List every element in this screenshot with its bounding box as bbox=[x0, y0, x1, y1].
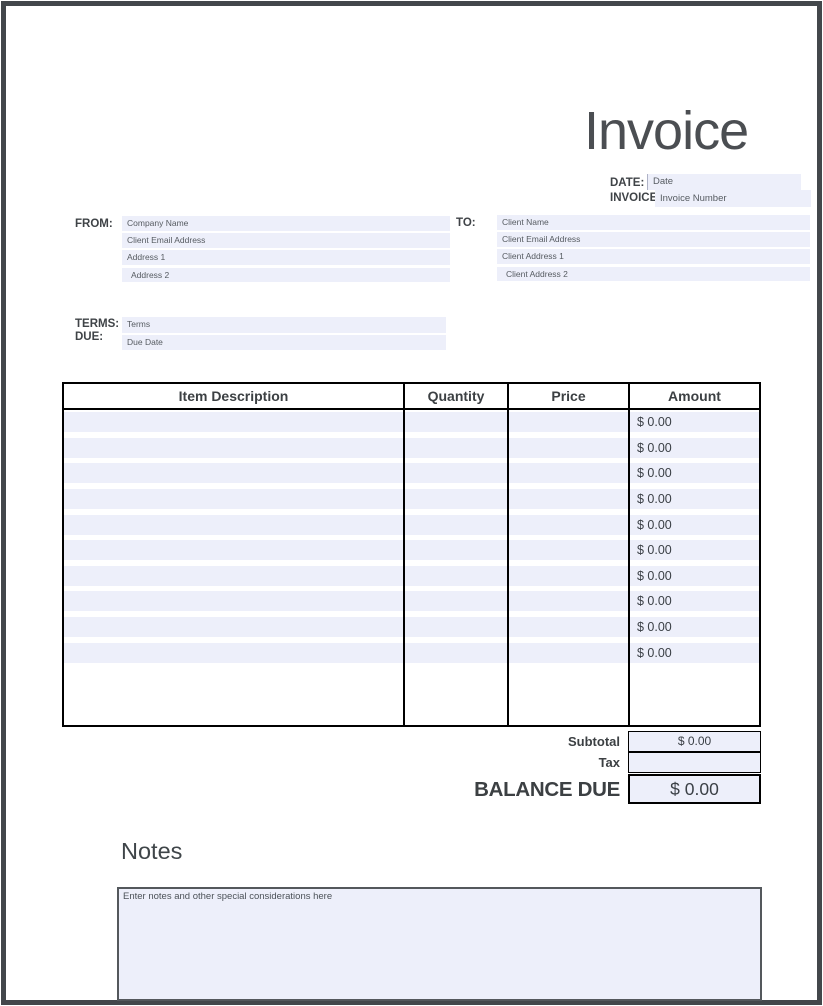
quantity-cell[interactable] bbox=[405, 643, 507, 663]
description-cell[interactable] bbox=[64, 515, 403, 535]
notes-heading: Notes bbox=[121, 838, 182, 865]
line-items-table: Item Description Quantity Price Amount bbox=[62, 382, 761, 727]
column-amount: $ 0.00 $ 0.00 $ 0.00 $ 0.00 $ 0.00 $ 0.0… bbox=[630, 410, 759, 725]
amount-cell: $ 0.00 bbox=[630, 591, 759, 611]
price-cell[interactable] bbox=[509, 515, 628, 535]
date-label: DATE: bbox=[610, 175, 644, 191]
balance-due-label: BALANCE DUE bbox=[474, 775, 620, 804]
tax-field[interactable] bbox=[628, 752, 761, 773]
price-cell[interactable] bbox=[509, 617, 628, 637]
quantity-cell[interactable] bbox=[405, 591, 507, 611]
amount-cell: $ 0.00 bbox=[630, 643, 759, 663]
price-cell[interactable] bbox=[509, 489, 628, 509]
description-cell[interactable] bbox=[64, 540, 403, 560]
amount-cell: $ 0.00 bbox=[630, 515, 759, 535]
from-company-name-field[interactable]: Company Name bbox=[122, 216, 450, 231]
price-cell[interactable] bbox=[509, 643, 628, 663]
amount-cell: $ 0.00 bbox=[630, 617, 759, 637]
quantity-cell[interactable] bbox=[405, 489, 507, 509]
description-cell[interactable] bbox=[64, 591, 403, 611]
header-amount: Amount bbox=[630, 384, 759, 408]
amount-cell: $ 0.00 bbox=[630, 463, 759, 483]
from-address1-field[interactable]: Address 1 bbox=[122, 250, 450, 265]
from-address2-field[interactable]: Address 2 bbox=[122, 268, 450, 283]
to-client-name-field[interactable]: Client Name bbox=[497, 215, 810, 230]
price-cell[interactable] bbox=[509, 463, 628, 483]
amount-cell: $ 0.00 bbox=[630, 540, 759, 560]
notes-textarea[interactable]: Enter notes and other special considerat… bbox=[117, 887, 762, 1001]
header-item-description: Item Description bbox=[64, 384, 405, 408]
amount-cell: $ 0.00 bbox=[630, 438, 759, 458]
quantity-cell[interactable] bbox=[405, 617, 507, 637]
amount-cell: $ 0.00 bbox=[630, 566, 759, 586]
description-cell[interactable] bbox=[64, 617, 403, 637]
description-cell[interactable] bbox=[64, 463, 403, 483]
invoice-number-field[interactable]: Invoice Number bbox=[655, 190, 811, 207]
tax-label: Tax bbox=[599, 752, 620, 773]
quantity-cell[interactable] bbox=[405, 463, 507, 483]
date-field[interactable]: Date bbox=[647, 174, 801, 190]
to-address2-field[interactable]: Client Address 2 bbox=[497, 267, 810, 282]
table-header-row: Item Description Quantity Price Amount bbox=[64, 384, 759, 410]
to-label: TO: bbox=[456, 217, 476, 229]
header-price: Price bbox=[509, 384, 630, 408]
balance-due-value: $ 0.00 bbox=[628, 774, 761, 804]
from-fields: Company Name Client Email Address Addres… bbox=[122, 216, 450, 282]
invoice-number-label: INVOICE bbox=[610, 190, 657, 206]
price-cell[interactable] bbox=[509, 412, 628, 432]
column-price bbox=[509, 410, 630, 725]
price-cell[interactable] bbox=[509, 591, 628, 611]
quantity-cell[interactable] bbox=[405, 515, 507, 535]
price-cell[interactable] bbox=[509, 438, 628, 458]
quantity-cell[interactable] bbox=[405, 438, 507, 458]
invoice-template-page: Invoice DATE: Date INVOICE Invoice Numbe… bbox=[0, 0, 823, 1006]
to-email-field[interactable]: Client Email Address bbox=[497, 232, 810, 247]
column-item-description bbox=[64, 410, 405, 725]
quantity-cell[interactable] bbox=[405, 566, 507, 586]
description-cell[interactable] bbox=[64, 643, 403, 663]
column-quantity bbox=[405, 410, 509, 725]
quantity-cell[interactable] bbox=[405, 412, 507, 432]
from-label: FROM: bbox=[75, 218, 113, 230]
invoice-title: Invoice bbox=[584, 100, 748, 162]
header-quantity: Quantity bbox=[405, 384, 509, 408]
to-address1-field[interactable]: Client Address 1 bbox=[497, 249, 810, 264]
due-date-field[interactable]: Due Date bbox=[122, 335, 446, 351]
quantity-cell[interactable] bbox=[405, 540, 507, 560]
price-cell[interactable] bbox=[509, 540, 628, 560]
price-cell[interactable] bbox=[509, 566, 628, 586]
description-cell[interactable] bbox=[64, 489, 403, 509]
subtotal-value: $ 0.00 bbox=[628, 731, 761, 753]
description-cell[interactable] bbox=[64, 438, 403, 458]
terms-label: TERMS: bbox=[75, 318, 119, 330]
due-label: DUE: bbox=[75, 331, 103, 343]
table-body: $ 0.00 $ 0.00 $ 0.00 $ 0.00 $ 0.00 $ 0.0… bbox=[64, 410, 759, 725]
from-email-field[interactable]: Client Email Address bbox=[122, 233, 450, 248]
amount-cell: $ 0.00 bbox=[630, 489, 759, 509]
terms-field[interactable]: Terms bbox=[122, 317, 446, 333]
description-cell[interactable] bbox=[64, 566, 403, 586]
subtotal-label: Subtotal bbox=[568, 731, 620, 752]
amount-cell: $ 0.00 bbox=[630, 412, 759, 432]
description-cell[interactable] bbox=[64, 412, 403, 432]
to-fields: Client Name Client Email Address Client … bbox=[497, 215, 810, 281]
